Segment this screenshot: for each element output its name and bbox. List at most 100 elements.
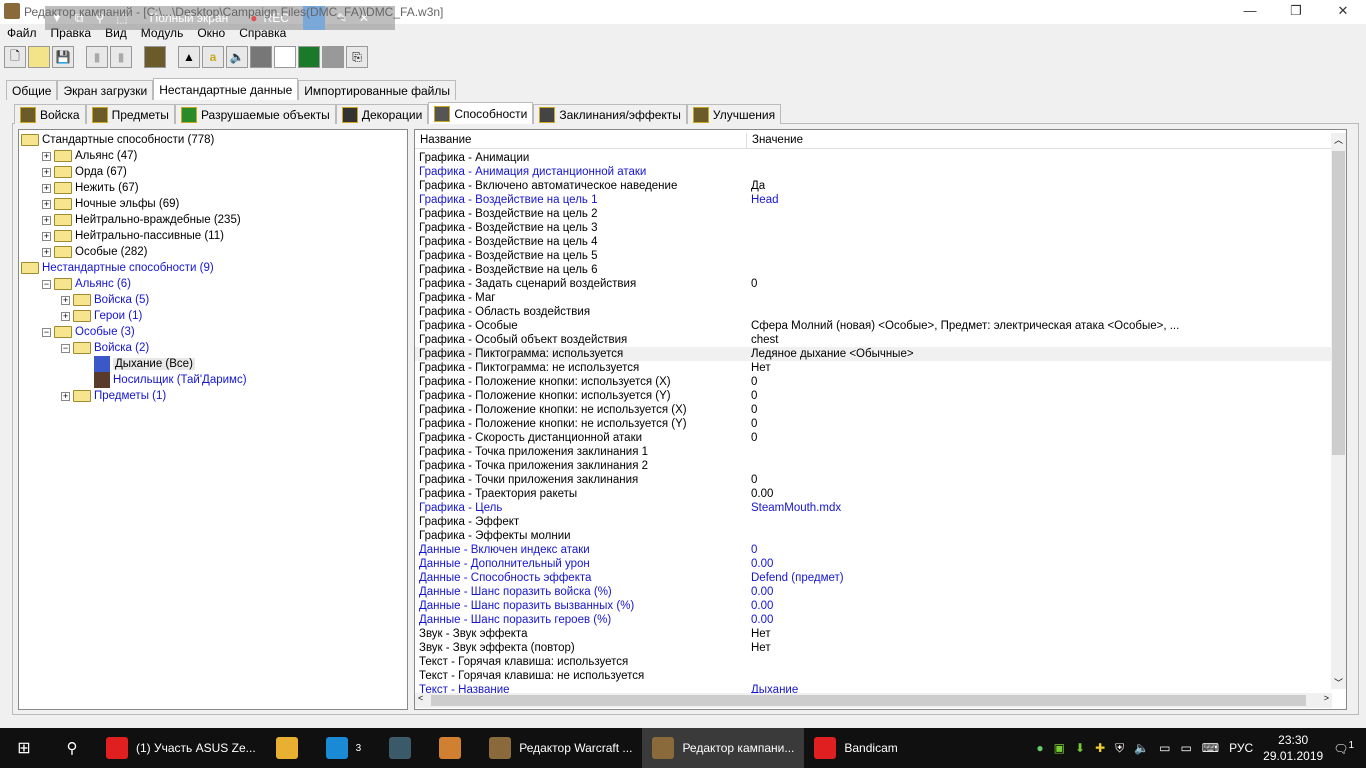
maximize-button[interactable]: ❐: [1273, 0, 1319, 24]
taskbar-app[interactable]: [266, 728, 316, 768]
tree-node[interactable]: + Нейтрально-враждебные (235): [42, 212, 241, 228]
volume-icon[interactable]: 🔈: [1134, 741, 1149, 755]
scroll-down-icon[interactable]: ﹀: [1331, 676, 1346, 689]
table-row[interactable]: Графика - Воздействие на цель 1 Head: [415, 193, 1332, 207]
ai-icon[interactable]: [298, 46, 320, 68]
tab-doodads[interactable]: Декорации: [335, 104, 429, 124]
taskbar-app[interactable]: Редактор Warcraft ...: [479, 728, 642, 768]
table-row[interactable]: Графика - Включено автоматическое наведе…: [415, 179, 1332, 193]
tab-units[interactable]: Войска: [14, 104, 86, 124]
tree-node[interactable]: − Альянс (6): [42, 276, 131, 292]
expand-icon[interactable]: +: [42, 215, 51, 225]
menu-file[interactable]: Файл: [0, 24, 44, 42]
taskbar-app[interactable]: Редактор кампани...: [642, 728, 805, 768]
table-row[interactable]: Данные - Шанс поразить героев (%) 0.00: [415, 613, 1332, 627]
copy-icon[interactable]: ▮: [86, 46, 108, 68]
search-icon[interactable]: ⚲: [48, 728, 96, 768]
minimize-button[interactable]: —: [1227, 0, 1273, 24]
tree-node[interactable]: Носильщик (Тай'Даримс): [80, 372, 247, 388]
expand-icon[interactable]: +: [42, 231, 51, 241]
expand-icon[interactable]: +: [42, 247, 51, 257]
tree-node[interactable]: + Альянс (47): [42, 148, 137, 164]
table-row[interactable]: Данные - Дополнительный урон 0.00: [415, 557, 1332, 571]
paste-icon[interactable]: ▮: [110, 46, 132, 68]
table-row[interactable]: Графика - Воздействие на цель 6: [415, 263, 1332, 277]
horizontal-scrollbar[interactable]: < >: [415, 693, 1332, 708]
language-indicator[interactable]: РУС: [1229, 741, 1253, 755]
table-row[interactable]: Текст - Горячая клавиша: используется: [415, 655, 1332, 669]
tree-node[interactable]: + Нейтрально-пассивные (11): [42, 228, 224, 244]
table-row[interactable]: Графика - Траектория ракеты 0.00: [415, 487, 1332, 501]
start-button[interactable]: ⊞: [0, 728, 48, 768]
expand-icon[interactable]: +: [42, 199, 51, 209]
taskbar-app[interactable]: [429, 728, 479, 768]
new-icon[interactable]: 🗋: [4, 46, 26, 68]
tab-general[interactable]: Общие: [6, 80, 58, 100]
expand-icon[interactable]: +: [61, 311, 70, 321]
clock[interactable]: 23:30 29.01.2019: [1263, 732, 1323, 764]
battery-icon[interactable]: ▭: [1180, 741, 1191, 755]
units-icon[interactable]: [250, 46, 272, 68]
taskbar-app[interactable]: Bandicam: [804, 728, 907, 768]
table-row[interactable]: Графика - Точки приложения заклинания 0: [415, 473, 1332, 487]
tree-node[interactable]: + Войска (5): [61, 292, 149, 308]
table-row[interactable]: Графика - Точка приложения заклинания 1: [415, 445, 1332, 459]
download-icon[interactable]: ⬇: [1075, 741, 1085, 755]
expand-icon[interactable]: +: [61, 295, 70, 305]
tab-abilities[interactable]: Способности: [428, 102, 534, 124]
table-row[interactable]: Графика - Цель SteamMouth.mdx: [415, 501, 1332, 515]
open-icon[interactable]: [28, 46, 50, 68]
tree-node[interactable]: + Особые (282): [42, 244, 148, 260]
table-row[interactable]: Данные - Способность эффекта Defend (пред…: [415, 571, 1332, 585]
table-row[interactable]: Звук - Звук эффекта Нет: [415, 627, 1332, 641]
expand-icon[interactable]: +: [42, 183, 51, 193]
tab-custom-data[interactable]: Нестандартные данные: [153, 78, 299, 100]
keyboard-icon[interactable]: ⌨: [1202, 741, 1219, 755]
table-row[interactable]: Графика - Анимации: [415, 151, 1332, 165]
sound-icon[interactable]: 🔈: [226, 46, 248, 68]
tree-node[interactable]: Нестандартные способности (9): [21, 260, 214, 276]
abilities-icon[interactable]: [144, 46, 166, 68]
table-row[interactable]: Графика - Пиктограмма: используется Ледян…: [415, 347, 1332, 361]
network-icon[interactable]: ▭: [1159, 741, 1170, 755]
column-value-header[interactable]: Значение: [747, 133, 1332, 148]
table-row[interactable]: Графика - Особый объект воздействия chest: [415, 333, 1332, 347]
table-row[interactable]: Графика - Маг: [415, 291, 1332, 305]
tab-imported-files[interactable]: Импортированные файлы: [298, 80, 456, 100]
table-row[interactable]: Графика - Положение кнопки: используется…: [415, 375, 1332, 389]
tab-upgrades[interactable]: Улучшения: [686, 104, 782, 124]
tree-node[interactable]: Стандартные способности (778): [21, 132, 214, 148]
tree-node[interactable]: + Орда (67): [42, 164, 127, 180]
scroll-thumb[interactable]: [1332, 151, 1345, 455]
expand-icon[interactable]: +: [42, 151, 51, 161]
close-button[interactable]: ✕: [1320, 0, 1366, 24]
tab-loading-screen[interactable]: Экран загрузки: [57, 80, 154, 100]
table-row[interactable]: Графика - Пиктограмма: не используется Не…: [415, 361, 1332, 375]
tree-node[interactable]: + Герои (1): [61, 308, 142, 324]
table-row[interactable]: Графика - Эффекты молнии: [415, 529, 1332, 543]
tree-node[interactable]: + Предметы (1): [61, 388, 166, 404]
table-row[interactable]: Звук - Звук эффекта (повтор) Нет: [415, 641, 1332, 655]
tab-buffs[interactable]: Заклинания/эффекты: [533, 104, 687, 124]
plus-app-icon[interactable]: ✚: [1095, 741, 1105, 755]
tree-node[interactable]: − Войска (2): [61, 340, 149, 356]
scroll-right-icon[interactable]: >: [1324, 693, 1329, 703]
notifications-icon[interactable]: 🗨1: [1333, 740, 1354, 756]
table-row[interactable]: Графика - Область воздействия: [415, 305, 1332, 319]
table-row[interactable]: Графика - Положение кнопки: используется…: [415, 389, 1332, 403]
save-icon[interactable]: 💾: [52, 46, 74, 68]
tree-node[interactable]: + Ночные эльфы (69): [42, 196, 179, 212]
taskbar-app[interactable]: (1) Участь ASUS Ze...: [96, 728, 266, 768]
taskbar-app[interactable]: [379, 728, 429, 768]
expand-icon[interactable]: +: [61, 391, 70, 401]
object-icon[interactable]: [322, 46, 344, 68]
scroll-thumb[interactable]: [431, 695, 1306, 706]
collapse-icon[interactable]: −: [42, 279, 51, 289]
tab-items[interactable]: Предметы: [85, 104, 175, 124]
collapse-icon[interactable]: −: [61, 343, 70, 353]
tree-node[interactable]: Дыхание (Все): [80, 356, 195, 372]
import-icon[interactable]: ⎘: [346, 46, 368, 68]
table-row[interactable]: Данные - Включен индекс атаки 0: [415, 543, 1332, 557]
tree-node[interactable]: − Особые (3): [42, 324, 135, 340]
bandicam-tray-icon[interactable]: ●: [1036, 741, 1043, 755]
